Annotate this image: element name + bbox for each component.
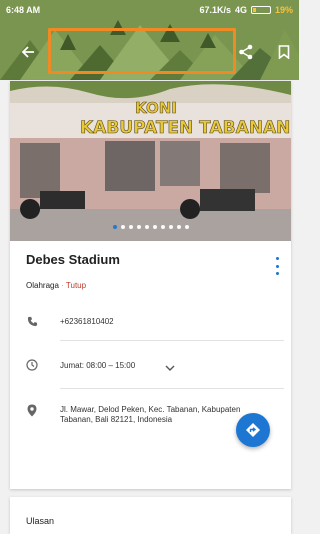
carousel-dot: [120, 225, 125, 229]
carousel-dot: [184, 225, 189, 229]
phone-number: +62361810402: [60, 317, 114, 326]
address-text: Jl. Mawar, Delod Peken, Kec. Tabanan, Ka…: [60, 405, 241, 424]
carousel-dot: [160, 225, 165, 229]
network-speed: 67.1K/s: [199, 5, 231, 15]
place-subtitle: Olahraga · Tutup: [26, 281, 86, 290]
share-icon: [239, 44, 253, 60]
chevron-down-icon[interactable]: [164, 360, 176, 378]
reviews-title: Ulasan: [26, 516, 55, 526]
sign-line1: KONI: [135, 99, 177, 117]
reviews-section: Ulasan: [10, 497, 291, 534]
carousel-dot: [152, 225, 157, 229]
bookmark-button[interactable]: [270, 34, 298, 70]
divider: [60, 340, 284, 341]
battery-icon: [250, 6, 271, 14]
status-time: 6:48 AM: [6, 5, 41, 15]
carousel-dot: [128, 225, 133, 229]
place-card: KONI KABUPATEN TABANAN Debes Stadium Ola…: [10, 81, 291, 489]
dot-icon: [275, 264, 279, 268]
place-photo[interactable]: KONI KABUPATEN TABANAN: [10, 81, 291, 241]
carousel-dot: [176, 225, 181, 229]
battery-percent: 19%: [274, 5, 293, 15]
back-button[interactable]: [14, 34, 42, 70]
carousel-dot: [168, 225, 173, 229]
opening-hours: Jumat: 08:00 – 15:00: [60, 361, 136, 370]
more-options-button[interactable]: [272, 257, 282, 275]
share-button[interactable]: [232, 34, 260, 70]
carousel-dots: [10, 225, 291, 229]
location-pin-icon: [26, 404, 38, 416]
directions-button[interactable]: [236, 413, 270, 447]
carousel-dot: [144, 225, 149, 229]
open-status: Tutup: [65, 281, 87, 290]
dot-icon: [275, 257, 279, 260]
clock-icon: [26, 359, 38, 371]
place-category: Olahraga: [26, 281, 59, 290]
phone-row[interactable]: +62361810402: [10, 313, 291, 339]
building-photo: KONI KABUPATEN TABANAN: [10, 81, 291, 241]
directions-icon: [246, 423, 260, 437]
sign-line2: KABUPATEN TABANAN: [80, 118, 290, 138]
carousel-dot: [136, 225, 141, 229]
place-name: Debes Stadium: [26, 252, 120, 267]
dot-icon: [275, 272, 279, 275]
status-bar: 6:48 AM 67.1K/s 4G 19%: [0, 0, 299, 20]
subtitle-separator: ·: [61, 281, 64, 290]
arrow-left-icon: [21, 46, 34, 58]
network-type: 4G: [234, 5, 247, 15]
bookmark-icon: [278, 45, 290, 59]
highlight-box: [48, 28, 236, 74]
carousel-dot: [112, 225, 117, 229]
phone-icon: [26, 315, 38, 327]
divider: [60, 388, 284, 389]
hours-row[interactable]: Jumat: 08:00 – 15:00: [10, 357, 291, 383]
